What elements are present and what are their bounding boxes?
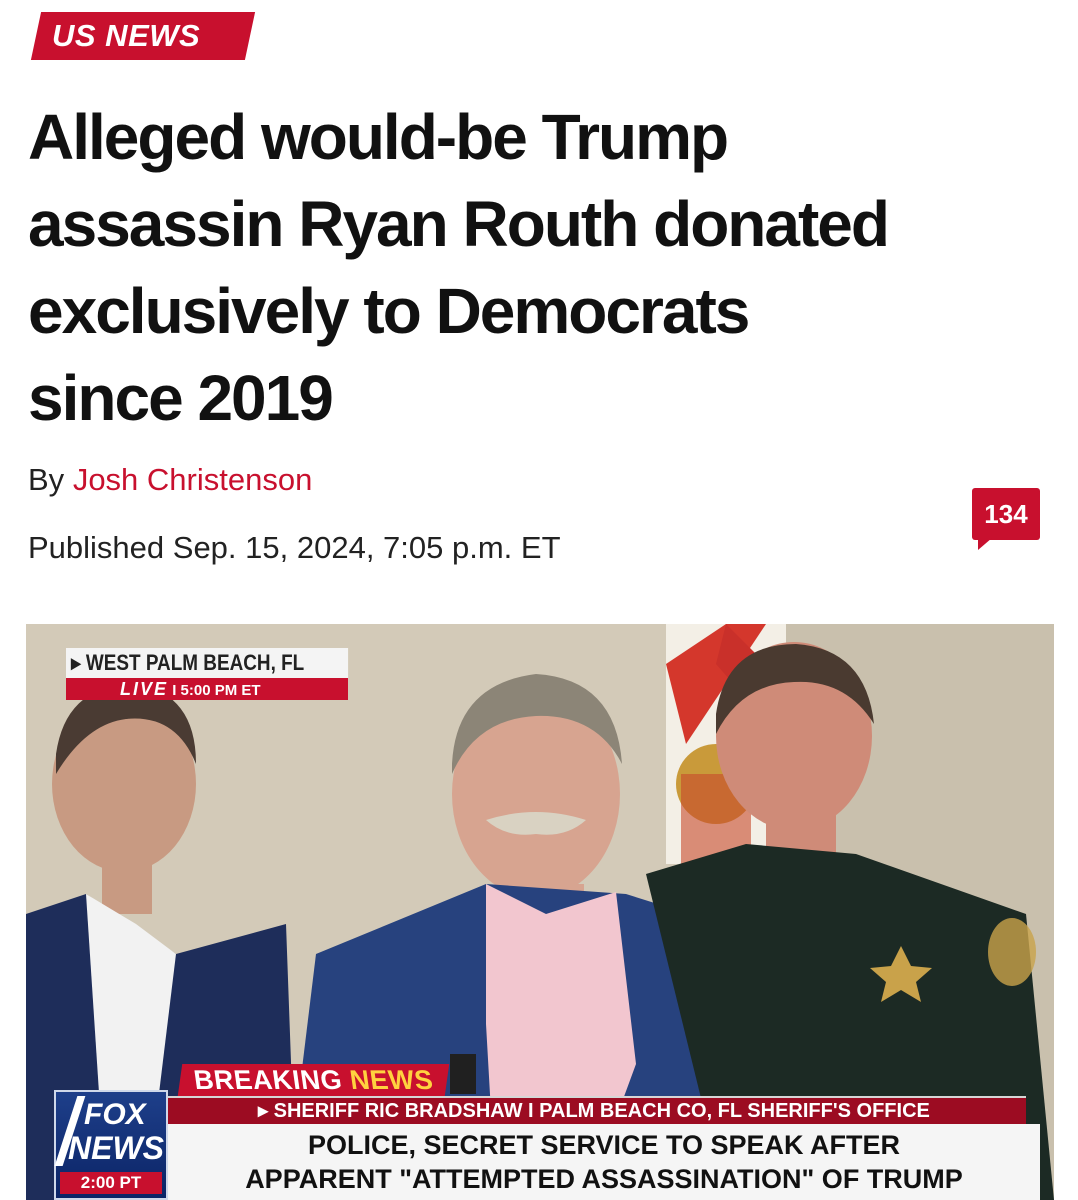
news-word: NEWS xyxy=(347,1065,436,1095)
byline: By Josh Christenson xyxy=(28,462,312,498)
play-arrow-icon: ▸ xyxy=(71,650,81,675)
breaking-word: BREAKING xyxy=(191,1065,345,1095)
location-label: ▸ WEST PALM BEACH, FL xyxy=(66,648,349,678)
published-date: Published Sep. 15, 2024, 7:05 p.m. ET xyxy=(28,530,561,565)
breaking-news-banner: BREAKING NEWS xyxy=(177,1064,450,1096)
comment-count: 134 xyxy=(984,499,1028,529)
comment-count-badge[interactable]: 134 xyxy=(972,488,1040,550)
logo-fox-text: FOX xyxy=(84,1098,146,1131)
article-headline: Alleged would-be Trump assassin Ryan Rou… xyxy=(28,94,1058,442)
chyron-line: APPARENT "ATTEMPTED ASSASSINATION" OF TR… xyxy=(245,1164,963,1194)
headline-line: since 2019 xyxy=(28,362,334,434)
live-strip: LIVE I 5:00 PM ET xyxy=(66,678,348,700)
headline-line: assassin Ryan Routh donated xyxy=(28,188,890,260)
live-separator: I xyxy=(172,682,177,699)
play-arrow-icon: ▸ xyxy=(258,1100,269,1122)
headline-line: exclusively to Democrats xyxy=(28,275,750,347)
chyron-line: POLICE, SECRET SERVICE TO SPEAK AFTER xyxy=(307,1130,901,1160)
live-time: 5:00 PM ET xyxy=(180,682,261,699)
author-link[interactable]: Josh Christenson xyxy=(73,462,313,497)
headline-line: Alleged would-be Trump xyxy=(28,101,729,173)
byline-prefix: By xyxy=(28,462,65,497)
fox-news-logo: FOX NEWS 2:00 PT xyxy=(54,1090,168,1200)
logo-news-text: NEWS xyxy=(68,1130,164,1166)
speaker-strip: ▸ SHERIFF RIC BRADSHAW I PALM BEACH CO, … xyxy=(168,1096,1026,1124)
category-tag[interactable]: US NEWS xyxy=(52,16,200,56)
article-photo[interactable]: ▸ WEST PALM BEACH, FL LIVE I 5:00 PM ET … xyxy=(26,624,1054,1200)
location-banner: ▸ WEST PALM BEACH, FL LIVE I 5:00 PM ET xyxy=(66,648,349,700)
logo-time: 2:00 PT xyxy=(60,1172,162,1194)
news-chyron: POLICE, SECRET SERVICE TO SPEAK AFTER AP… xyxy=(168,1124,1040,1200)
live-label: LIVE xyxy=(120,679,169,699)
